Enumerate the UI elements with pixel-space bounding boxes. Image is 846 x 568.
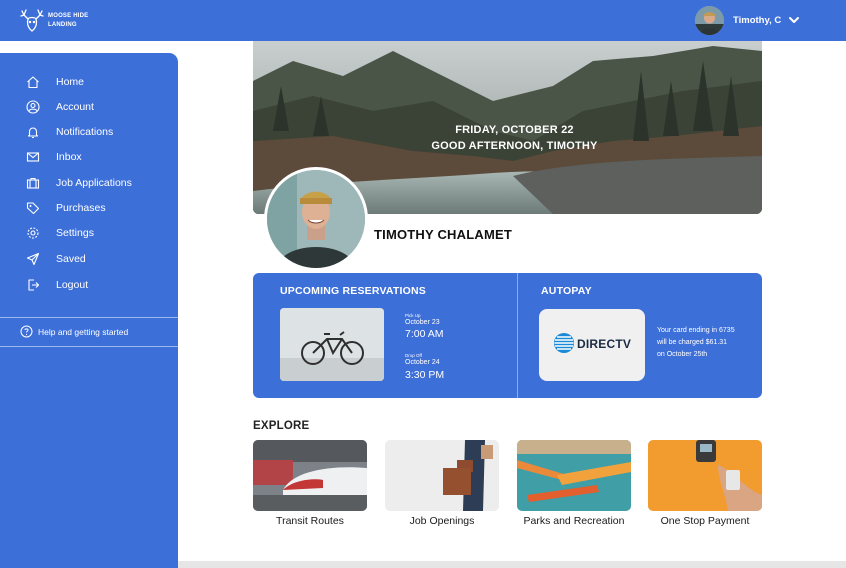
autopay-line: will be charged $61.31: [657, 339, 728, 346]
bike-image[interactable]: [280, 308, 384, 381]
profile-name: TIMOTHY CHALAMET: [374, 227, 513, 242]
directv-logo-text: DIRECTV: [577, 337, 632, 351]
tile-label: Job Openings: [409, 515, 475, 527]
autopay-line: Your card ending in 6735: [657, 327, 735, 334]
sidebar-bottom: [0, 561, 178, 568]
sidebar-item-purchases[interactable]: Purchases: [0, 197, 178, 219]
send-icon: [26, 252, 40, 266]
tile-transit-routes[interactable]: [253, 440, 367, 511]
sidebar-divider: [0, 317, 178, 318]
card-divider: [517, 273, 518, 398]
sidebar-item-home[interactable]: Home: [0, 71, 178, 93]
hero-greeting: GOOD AFTERNOON, TIMOTHY: [431, 140, 598, 152]
sidebar-item-label: Logout: [56, 279, 89, 291]
pickup-date: October 23: [405, 319, 440, 326]
home-icon: [27, 76, 39, 89]
briefcase-icon: [26, 177, 40, 189]
sidebar-item-label: Saved: [56, 253, 86, 265]
dropoff-date: October 24: [405, 359, 440, 366]
sidebar-item-label: Job Applications: [56, 177, 132, 189]
profile-avatar[interactable]: [264, 167, 368, 271]
directv-logo-tile[interactable]: DIRECTV: [539, 309, 645, 381]
sidebar-item-label: Home: [56, 76, 85, 88]
tile-one-stop-payment[interactable]: [648, 440, 762, 511]
att-globe-icon: [554, 333, 574, 353]
tag-icon: [26, 202, 40, 215]
tile-label: Transit Routes: [276, 515, 344, 527]
sidebar-item-settings[interactable]: Settings: [0, 222, 178, 244]
moose-logo-icon[interactable]: [18, 7, 46, 33]
sidebar-item-job-applications[interactable]: Job Applications: [0, 172, 178, 194]
avatar[interactable]: [695, 6, 724, 35]
sidebar-item-label: Purchases: [56, 202, 106, 214]
explore-title: EXPLORE: [253, 420, 310, 432]
sidebar-item-label: Account: [56, 101, 94, 113]
reservations-title: UPCOMING RESERVATIONS: [280, 285, 426, 297]
sidebar-item-inbox[interactable]: Inbox: [0, 146, 178, 168]
autopay-text: Your card ending in 6735 will be charged…: [657, 325, 755, 361]
brand-name: MOOSE HIDE LANDING: [48, 13, 89, 28]
pickup-label: Pick Up: [405, 313, 421, 318]
mail-icon: [26, 152, 40, 162]
chevron-down-icon[interactable]: [787, 13, 801, 27]
sidebar-item-label: Inbox: [56, 151, 82, 163]
username[interactable]: Timothy, C: [733, 15, 781, 26]
hero-date: FRIDAY, OCTOBER 22: [455, 124, 574, 136]
help-label: Help and getting started: [38, 327, 129, 337]
sidebar-item-saved[interactable]: Saved: [0, 248, 178, 270]
help-icon: [20, 325, 33, 338]
sidebar-divider: [0, 346, 178, 347]
sidebar-item-label: Settings: [56, 227, 94, 239]
logout-icon: [28, 279, 40, 291]
help-link[interactable]: Help and getting started: [20, 325, 170, 339]
sidebar-item-label: Notifications: [56, 126, 114, 138]
autopay-line: on October 25th: [657, 351, 708, 358]
user-circle-icon: [26, 100, 40, 114]
sidebar-item-notifications[interactable]: Notifications: [0, 121, 178, 143]
tile-label: Parks and Recreation: [523, 515, 625, 527]
tile-label: One Stop Payment: [660, 515, 750, 527]
tile-parks-recreation[interactable]: [517, 440, 631, 511]
dropoff-label: Drop Off: [405, 353, 422, 358]
gear-icon: [27, 227, 39, 239]
autopay-title: AUTOPAY: [541, 285, 592, 297]
bell-icon: [27, 127, 39, 139]
pickup-time: 7:00 AM: [405, 328, 444, 340]
sidebar-item-account[interactable]: Account: [0, 96, 178, 118]
tile-job-openings[interactable]: [385, 440, 499, 511]
sidebar-item-logout[interactable]: Logout: [0, 274, 178, 296]
dropoff-time: 3:30 PM: [405, 369, 445, 381]
